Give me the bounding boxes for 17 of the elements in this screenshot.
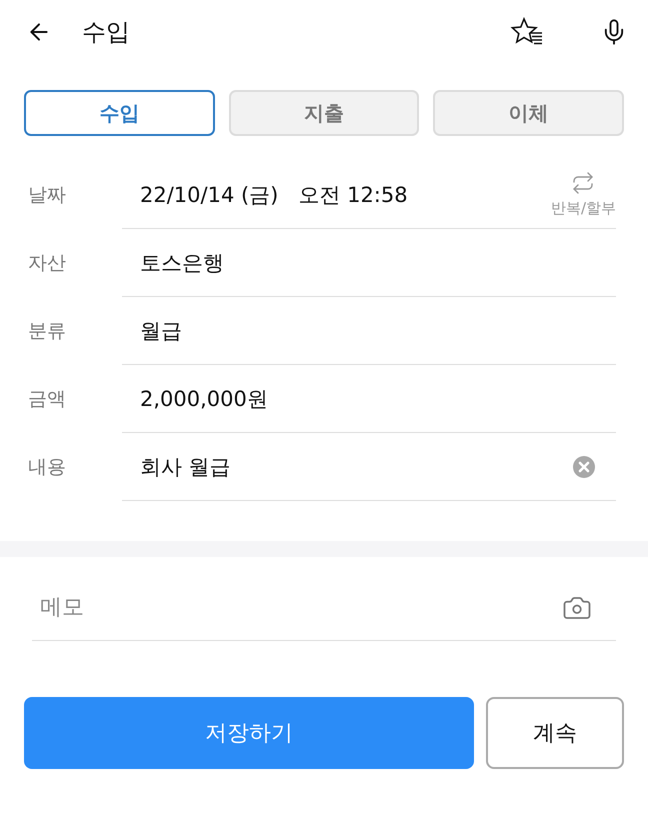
type-tab[interactable]: 수입	[24, 90, 215, 136]
field-value[interactable]: 회사 월급	[140, 452, 572, 480]
field-value[interactable]: 22/10/14 (금) 오전 12:58	[140, 180, 551, 208]
field-label: 분류	[28, 319, 67, 344]
field-value[interactable]: 월급	[140, 316, 616, 344]
field-value[interactable]: 토스은행	[140, 248, 616, 276]
field-label: 날짜	[28, 183, 67, 208]
field-label: 내용	[28, 455, 67, 480]
field-value[interactable]: 2,000,000원	[140, 384, 616, 412]
type-tab[interactable]: 이체	[433, 90, 624, 136]
favorites-icon[interactable]	[510, 17, 544, 47]
continue-button[interactable]: 계속	[486, 697, 624, 769]
field-label: 자산	[28, 251, 67, 276]
page-title: 수입	[82, 17, 131, 48]
field-label: 금액	[28, 387, 67, 412]
type-tab[interactable]: 지출	[228, 90, 420, 136]
repeat-icon	[571, 171, 596, 195]
